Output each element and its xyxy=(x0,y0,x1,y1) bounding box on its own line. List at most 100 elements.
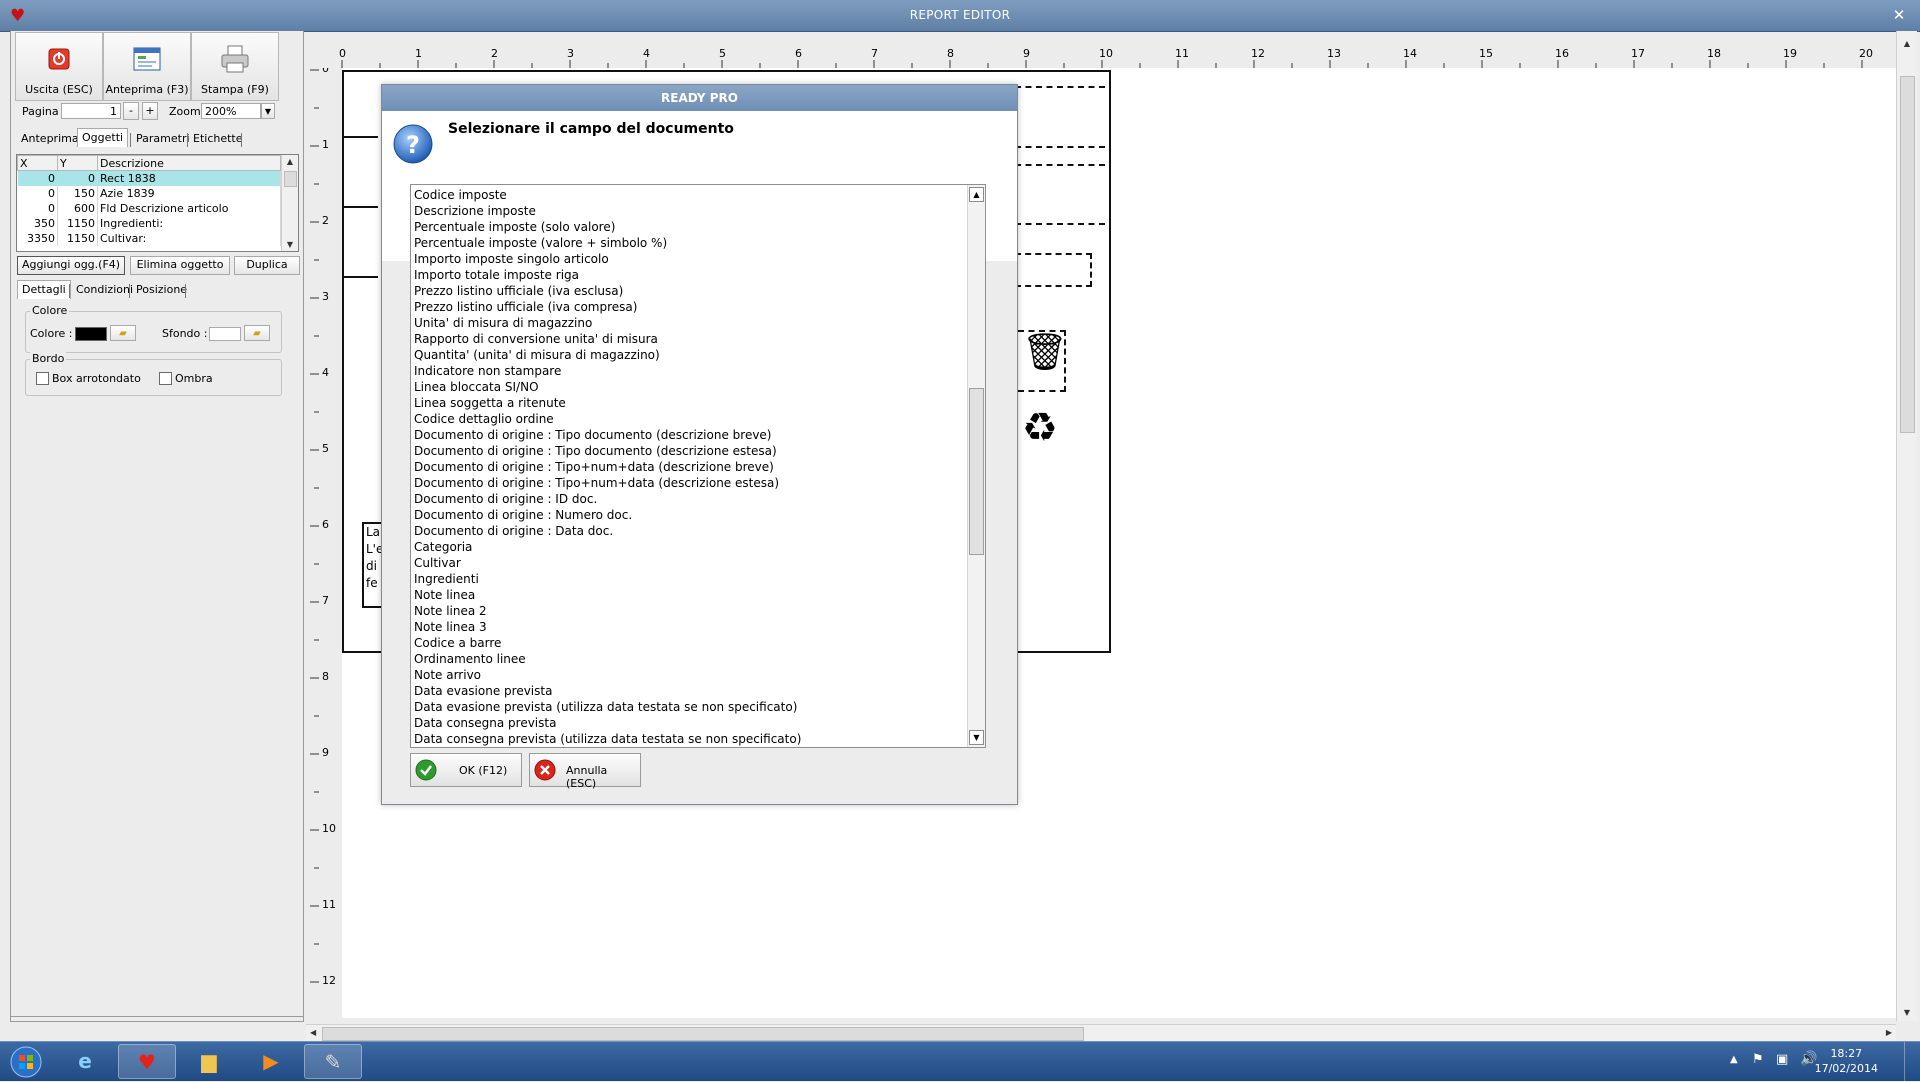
list-item[interactable]: Indicatore non stampare xyxy=(414,363,985,379)
start-button[interactable] xyxy=(4,1045,48,1079)
list-item[interactable]: Data consegna prevista (utilizza data te… xyxy=(414,731,985,747)
exit-button[interactable]: Uscita (ESC) xyxy=(15,32,103,101)
table-row[interactable]: 0 150 Azie 1839 xyxy=(17,186,281,201)
list-item[interactable]: Unita' di misura di magazzino xyxy=(414,315,985,331)
zoom-select[interactable]: 200% xyxy=(201,103,261,119)
list-item[interactable]: Data consegna prevista xyxy=(414,715,985,731)
ok-button[interactable]: OK (F12) xyxy=(410,753,522,787)
table-row[interactable]: 3350 1150 Cultivar: xyxy=(17,231,281,246)
delete-object-button[interactable]: Elimina oggetto xyxy=(130,256,230,275)
column-header-descrizione[interactable]: Descrizione xyxy=(97,155,281,171)
list-item[interactable]: Note linea xyxy=(414,587,985,603)
list-item[interactable]: Ordinamento linee xyxy=(414,651,985,667)
page-increment-button[interactable]: + xyxy=(142,102,158,120)
show-desktop-button[interactable] xyxy=(1904,1042,1920,1081)
action-center-flag-icon[interactable]: ⚑ xyxy=(1752,1052,1764,1067)
list-item[interactable]: Data evasione prevista (utilizza data te… xyxy=(414,699,985,715)
field-list-scrollbar[interactable]: ▲ ▼ xyxy=(967,185,985,747)
tab-posizione[interactable]: Posizione xyxy=(132,281,191,299)
shadow-checkbox[interactable] xyxy=(159,372,172,385)
canvas-vertical-scrollbar[interactable]: ▲ ▼ xyxy=(1896,31,1917,1021)
list-item[interactable]: Note linea 2 xyxy=(414,603,985,619)
tab-dettagli[interactable]: Dettagli xyxy=(17,280,71,299)
list-item[interactable]: Percentuale imposte (solo valore) xyxy=(414,219,985,235)
cancel-button[interactable]: Annulla (ESC) xyxy=(529,753,641,790)
tab-oggetti[interactable]: Oggetti xyxy=(77,128,129,147)
color-picker-folder-icon[interactable]: ▰ xyxy=(110,325,136,341)
list-item[interactable]: Note linea 3 xyxy=(414,619,985,635)
scroll-thumb[interactable] xyxy=(1900,76,1915,433)
scroll-down-icon[interactable]: ▼ xyxy=(282,240,298,249)
list-item[interactable]: Documento di origine : Tipo+num+data (de… xyxy=(414,459,985,475)
add-object-button[interactable]: Aggiungi ogg.(F4) xyxy=(17,256,125,275)
table-row[interactable]: 350 1150 Ingredienti: xyxy=(17,216,281,231)
background-swatch[interactable] xyxy=(209,327,241,341)
list-item[interactable]: Prezzo listino ufficiale (iva esclusa) xyxy=(414,283,985,299)
page-decrement-button[interactable]: - xyxy=(123,102,139,120)
show-hidden-icons-icon[interactable]: ▲ xyxy=(1730,1054,1738,1065)
tab-etichette[interactable]: Etichette xyxy=(189,130,247,148)
list-item[interactable]: Documento di origine : Tipo documento (d… xyxy=(414,427,985,443)
list-item[interactable]: Codice dettaglio ordine xyxy=(414,411,985,427)
scroll-up-icon[interactable]: ▲ xyxy=(282,157,298,166)
readypro-taskbar-icon[interactable]: ♥ xyxy=(118,1044,176,1079)
list-item[interactable]: Data evasione prevista xyxy=(414,683,985,699)
list-item[interactable]: Documento di origine : ID doc. xyxy=(414,491,985,507)
window-close-button[interactable]: ✕ xyxy=(1888,5,1910,25)
recycle-icon[interactable]: ♻ xyxy=(1022,406,1058,450)
list-item[interactable]: Cultivar xyxy=(414,555,985,571)
list-item[interactable]: Rapporto di conversione unita' di misura xyxy=(414,331,985,347)
scroll-thumb[interactable] xyxy=(969,388,984,555)
list-item[interactable]: Documento di origine : Numero doc. xyxy=(414,507,985,523)
duplicate-button[interactable]: Duplica xyxy=(234,256,300,275)
scroll-down-icon[interactable]: ▼ xyxy=(969,730,984,745)
network-icon[interactable]: ▣ xyxy=(1776,1052,1788,1067)
preview-button[interactable]: Anteprima (F3) xyxy=(103,32,191,101)
objects-table-scrollbar[interactable]: ▲ ▼ xyxy=(281,155,298,251)
scroll-thumb[interactable] xyxy=(322,1027,1084,1041)
waste-bin-icon[interactable]: 🗑 xyxy=(1022,333,1068,373)
print-button[interactable]: Stampa (F9) xyxy=(191,32,279,101)
list-item[interactable]: Codice a barre xyxy=(414,635,985,651)
page-input[interactable]: 1 xyxy=(61,103,121,119)
table-row[interactable]: 0 0 Rect 1838 xyxy=(17,170,281,186)
column-header-y[interactable]: Y xyxy=(57,155,98,171)
list-item[interactable]: Importo imposte singolo articolo xyxy=(414,251,985,267)
scroll-right-icon[interactable]: ▶ xyxy=(1886,1028,1892,1037)
tab-condizioni[interactable]: Condizioni xyxy=(72,281,137,299)
file-explorer-icon[interactable]: ▆ xyxy=(180,1044,238,1079)
color-swatch[interactable] xyxy=(75,327,107,341)
zoom-dropdown-icon[interactable]: ▼ xyxy=(261,103,275,119)
list-item[interactable]: Prezzo listino ufficiale (iva compresa) xyxy=(414,299,985,315)
column-header-x[interactable]: X xyxy=(17,155,58,171)
list-item[interactable]: Ingredienti xyxy=(414,571,985,587)
list-item[interactable]: Codice imposte xyxy=(414,187,985,203)
internet-explorer-icon[interactable]: e xyxy=(56,1044,114,1079)
scroll-up-icon[interactable]: ▲ xyxy=(1897,39,1917,48)
media-player-icon[interactable]: ▶ xyxy=(242,1044,300,1079)
scroll-left-icon[interactable]: ◀ xyxy=(310,1028,316,1037)
list-item[interactable]: Documento di origine : Data doc. xyxy=(414,523,985,539)
list-item[interactable]: Note arrivo xyxy=(414,667,985,683)
system-clock[interactable]: 18:27 17/02/2014 xyxy=(1815,1046,1878,1076)
background-picker-folder-icon[interactable]: ▰ xyxy=(244,325,270,341)
tab-anteprima[interactable]: Anteprima xyxy=(17,130,83,148)
list-item[interactable]: Documento di origine : Tipo+num+data (de… xyxy=(414,475,985,491)
list-item[interactable]: Descrizione imposte xyxy=(414,203,985,219)
tab-parametri[interactable]: Parametri xyxy=(132,130,194,148)
canvas-horizontal-scrollbar[interactable]: ◀ ▶ xyxy=(306,1024,1896,1042)
list-item[interactable]: Linea soggetta a ritenute xyxy=(414,395,985,411)
scroll-up-icon[interactable]: ▲ xyxy=(969,187,984,202)
objects-table[interactable]: X Y Descrizione 0 0 Rect 1838 0 150 Azie… xyxy=(16,154,299,252)
scroll-down-icon[interactable]: ▼ xyxy=(1897,1008,1917,1017)
list-item[interactable]: Quantita' (unita' di misura di magazzino… xyxy=(414,347,985,363)
rounded-box-checkbox[interactable] xyxy=(36,372,49,385)
table-row[interactable]: 0 600 Fld Descrizione articolo xyxy=(17,201,281,216)
list-item[interactable]: Percentuale imposte (valore + simbolo %) xyxy=(414,235,985,251)
list-item[interactable]: Importo totale imposte riga xyxy=(414,267,985,283)
list-item[interactable]: Documento di origine : Tipo documento (d… xyxy=(414,443,985,459)
field-listbox[interactable]: Codice imposte Descrizione imposte Percent… xyxy=(410,184,986,748)
paint-app-icon[interactable]: ✎ xyxy=(304,1044,362,1079)
list-item[interactable]: Categoria xyxy=(414,539,985,555)
scroll-thumb[interactable] xyxy=(284,171,297,187)
